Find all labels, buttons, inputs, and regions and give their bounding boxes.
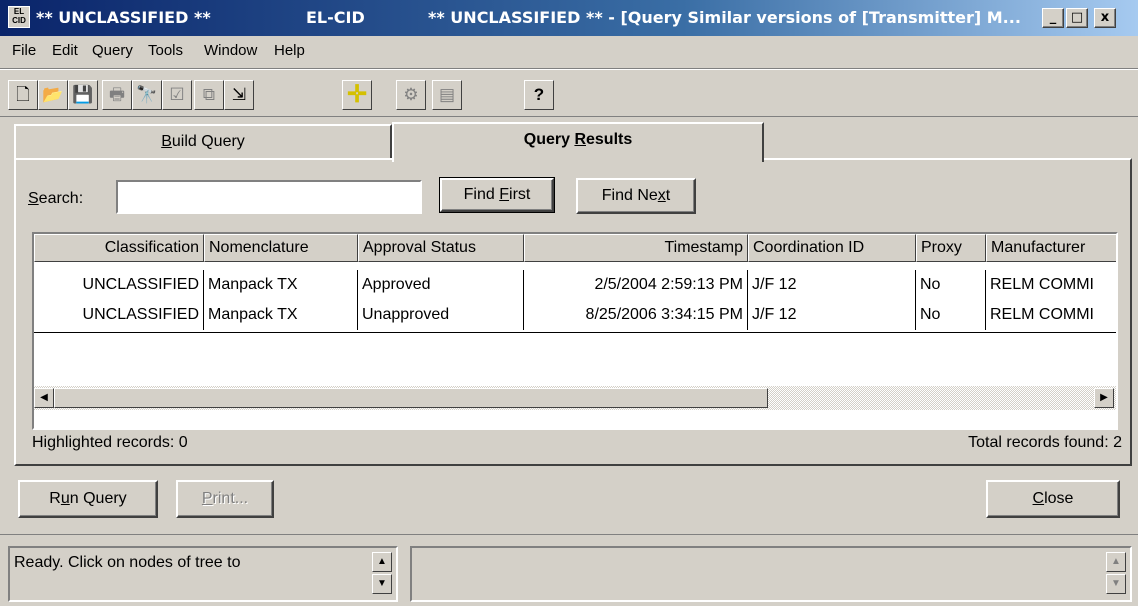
save-icon[interactable]: 💾 — [68, 80, 98, 110]
table-cell: UNCLASSIFIED — [34, 270, 204, 300]
column-header[interactable]: Coordination ID — [748, 234, 916, 262]
title-classification: ** UNCLASSIFIED ** — [36, 8, 211, 27]
query-results-panel: Search: Find First Find Next Classificat… — [14, 158, 1132, 466]
checklist-icon[interactable]: ☑ — [162, 80, 192, 110]
new-document-icon[interactable]: 🗋 — [8, 80, 38, 110]
close-window-button[interactable]: x — [1094, 8, 1116, 28]
column-header[interactable]: Nomenclature — [204, 234, 358, 262]
tab-query-results-label: Query Results — [523, 131, 633, 148]
highlighted-records: Highlighted records: 0 — [32, 434, 188, 451]
close-button[interactable]: Close — [986, 480, 1120, 518]
menu-query[interactable]: Query — [92, 42, 133, 59]
report-icon[interactable]: ▤ — [432, 80, 462, 110]
menu-tools[interactable]: Tools — [148, 42, 183, 59]
minimize-button[interactable]: _ — [1042, 8, 1064, 28]
status-message-box: Ready. Click on nodes of tree to ▲ ▼ — [8, 546, 398, 602]
export-icon[interactable]: ⇲ — [224, 80, 254, 110]
detail-scroll-down-icon[interactable]: ▼ — [1106, 574, 1126, 594]
menu-help[interactable]: Help — [274, 42, 305, 59]
help-icon[interactable]: ? — [524, 80, 554, 110]
column-header[interactable]: Proxy — [916, 234, 986, 262]
title-bar: EL CID ** UNCLASSIFIED ** EL-CID ** UNCLA… — [0, 0, 1138, 36]
horizontal-scroll-thumb[interactable] — [54, 388, 768, 408]
toolbar-divider — [0, 116, 1138, 117]
column-header[interactable]: Manufacturer — [986, 234, 1116, 262]
print-button[interactable]: Print... — [176, 480, 274, 518]
table-row[interactable]: UNCLASSIFIED Manpack TX Unapproved 8/25/200… — [34, 300, 1116, 330]
table-cell: RELM COMMI — [986, 270, 1116, 300]
status-scroll-down-icon[interactable]: ▼ — [372, 574, 392, 594]
search-input[interactable] — [116, 180, 422, 214]
status-message: Ready. Click on nodes of tree to — [14, 554, 241, 571]
table-cell: No — [916, 300, 986, 330]
table-cell: Unapproved — [358, 300, 524, 330]
tab-build-query[interactable]: Build Query — [14, 124, 392, 160]
table-cell: J/F 12 — [748, 270, 916, 300]
search-label: Search: — [28, 190, 84, 207]
detail-scroll-up-icon[interactable]: ▲ — [1106, 552, 1126, 572]
table-cell: Manpack TX — [204, 300, 358, 330]
title-main: ** UNCLASSIFIED ** - [Query Similar vers… — [428, 8, 1021, 27]
results-table[interactable]: Classification Nomenclature Approval Statu… — [32, 232, 1118, 430]
table-cell: RELM COMMI — [986, 300, 1116, 330]
results-bottom-line — [34, 332, 1116, 333]
menu-bar: File Edit Query Tools Window Help — [0, 36, 1138, 66]
maximize-button[interactable]: □ — [1066, 8, 1088, 28]
tab-build-query-label: Build Query — [161, 133, 245, 150]
scroll-left-arrow-icon[interactable]: ◀ — [34, 388, 54, 408]
column-header[interactable]: Approval Status — [358, 234, 524, 262]
column-header[interactable]: Classification — [34, 234, 204, 262]
open-folder-icon[interactable]: 📂 — [38, 80, 68, 110]
copy-records-icon[interactable]: ⧉ — [194, 80, 224, 110]
status-divider — [0, 534, 1138, 535]
table-cell: 8/25/2006 3:34:15 PM — [524, 300, 748, 330]
table-cell: Manpack TX — [204, 270, 358, 300]
coordination-icon[interactable]: ⚙ — [396, 80, 426, 110]
total-records: Total records found: 2 — [968, 434, 1122, 451]
app-logo-icon[interactable]: EL CID — [8, 6, 30, 28]
find-first-button[interactable]: Find First — [439, 177, 555, 213]
horizontal-scrollbar[interactable]: ◀ ▶ — [34, 386, 1116, 410]
table-cell: No — [916, 270, 986, 300]
binoculars-icon[interactable]: 🔭 — [132, 80, 162, 110]
crosshair-icon[interactable]: ✛ — [342, 80, 372, 110]
table-cell: 2/5/2004 2:59:13 PM — [524, 270, 748, 300]
menu-window[interactable]: Window — [204, 42, 257, 59]
status-detail-box: ▲ ▼ — [410, 546, 1132, 602]
menu-file[interactable]: File — [12, 42, 36, 59]
status-scroll-up-icon[interactable]: ▲ — [372, 552, 392, 572]
find-next-button[interactable]: Find Next — [576, 178, 696, 214]
title-app-name: EL-CID — [306, 8, 365, 27]
table-row[interactable]: UNCLASSIFIED Manpack TX Approved 2/5/2004 2… — [34, 270, 1116, 300]
scroll-right-arrow-icon[interactable]: ▶ — [1094, 388, 1114, 408]
print-icon[interactable]: 🖶 — [102, 80, 132, 110]
table-cell: UNCLASSIFIED — [34, 300, 204, 330]
table-cell: Approved — [358, 270, 524, 300]
tab-query-results[interactable]: Query Results — [392, 122, 764, 162]
menu-divider-highlight — [0, 69, 1138, 70]
run-query-button[interactable]: Run Query — [18, 480, 158, 518]
results-grid: Classification Nomenclature Approval Statu… — [34, 234, 1116, 394]
menu-edit[interactable]: Edit — [52, 42, 78, 59]
table-cell: J/F 12 — [748, 300, 916, 330]
column-header[interactable]: Timestamp — [524, 234, 748, 262]
